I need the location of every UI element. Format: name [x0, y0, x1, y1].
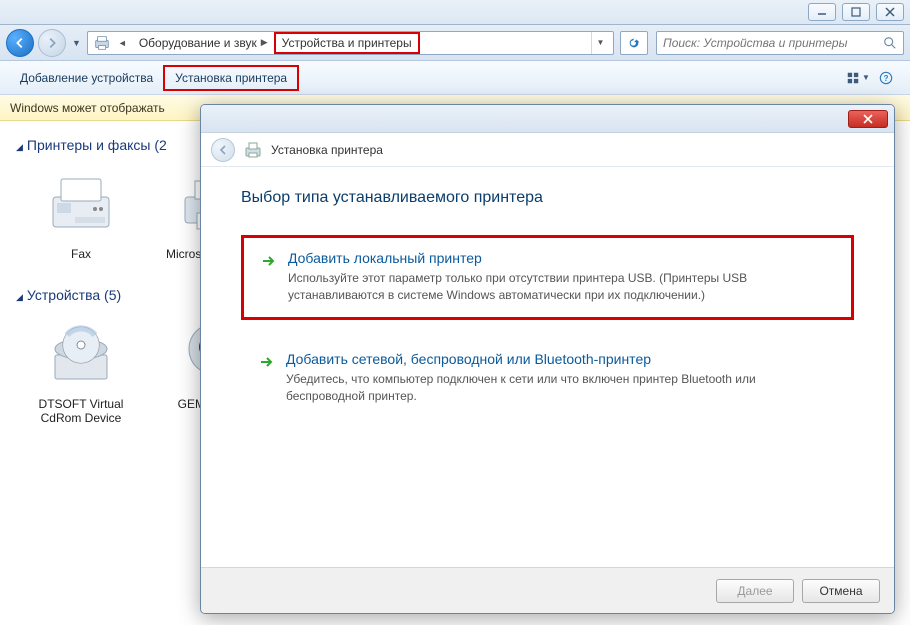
add-local-printer-title: Добавить локальный принтер	[288, 250, 835, 266]
dialog-header-title: Установка принтера	[271, 143, 383, 157]
arrow-right-icon	[258, 354, 274, 370]
add-network-printer-title: Добавить сетевой, беспроводной или Bluet…	[286, 351, 837, 367]
help-button[interactable]: ?	[872, 67, 900, 89]
breadcrumb-hardware[interactable]: Оборудование и звук▶	[133, 32, 274, 54]
fax-device-item[interactable]: Fax	[36, 169, 126, 261]
search-icon	[883, 36, 897, 50]
devices-printers-icon	[92, 33, 112, 53]
search-input[interactable]	[663, 36, 883, 50]
dialog-titlebar	[201, 105, 894, 133]
dialog-footer: Далее Отмена	[201, 567, 894, 613]
nav-history-dropdown[interactable]: ▼	[70, 38, 83, 48]
cdrom-icon	[45, 319, 117, 391]
add-device-button[interactable]: Добавление устройства	[10, 67, 163, 89]
minimize-button[interactable]	[808, 3, 836, 21]
arrow-right-icon	[260, 253, 276, 269]
dtsoft-label: DTSOFT Virtual CdRom Device	[36, 397, 126, 425]
address-bar: ▼ ◄ Оборудование и звук▶ Устройства и пр…	[0, 25, 910, 61]
view-options-button[interactable]: ▼	[844, 67, 872, 89]
add-local-printer-option[interactable]: Добавить локальный принтер Используйте э…	[241, 235, 854, 320]
add-local-printer-desc: Используйте этот параметр только при отс…	[288, 270, 835, 305]
add-network-printer-desc: Убедитесь, что компьютер подключен к сет…	[286, 371, 837, 406]
maximize-button[interactable]	[842, 3, 870, 21]
breadcrumb-hardware-label: Оборудование и звук	[139, 36, 257, 50]
window-close-button[interactable]	[876, 3, 904, 21]
dtsoft-device-item[interactable]: DTSOFT Virtual CdRom Device	[36, 319, 126, 425]
dialog-header: Установка принтера	[201, 133, 894, 167]
info-bar-text: Windows может отображать	[10, 101, 165, 115]
breadcrumb[interactable]: ◄ Оборудование и звук▶ Устройства и прин…	[87, 31, 614, 55]
search-box[interactable]	[656, 31, 904, 55]
dialog-heading: Выбор типа устанавливаемого принтера	[241, 189, 854, 207]
window-titlebar	[0, 0, 910, 25]
dialog-body: Выбор типа устанавливаемого принтера Доб…	[201, 167, 894, 567]
breadcrumb-devices-printers[interactable]: Устройства и принтеры	[274, 32, 420, 54]
dialog-back-button[interactable]	[211, 138, 235, 162]
refresh-button[interactable]	[620, 31, 648, 55]
printers-section-label: Принтеры и факсы (2	[27, 137, 167, 153]
fax-icon	[45, 169, 117, 241]
svg-text:?: ?	[884, 74, 889, 83]
cancel-button[interactable]: Отмена	[802, 579, 880, 603]
dialog-close-button[interactable]	[848, 110, 888, 128]
address-dropdown[interactable]: ▼	[591, 32, 609, 54]
add-network-printer-option[interactable]: Добавить сетевой, беспроводной или Bluet…	[241, 338, 854, 419]
nav-back-button[interactable]	[6, 29, 34, 57]
command-bar: Добавление устройства Установка принтера…	[0, 61, 910, 95]
fax-label: Fax	[36, 247, 126, 261]
next-button[interactable]: Далее	[716, 579, 794, 603]
printer-small-icon	[243, 140, 263, 160]
breadcrumb-prev-arrow[interactable]: ◄	[112, 32, 133, 54]
breadcrumb-devices-label: Устройства и принтеры	[282, 36, 412, 50]
nav-forward-button[interactable]	[38, 29, 66, 57]
add-printer-button[interactable]: Установка принтера	[163, 65, 299, 91]
devices-section-label: Устройства (5)	[27, 287, 121, 303]
add-printer-dialog: Установка принтера Выбор типа устанавлив…	[200, 104, 895, 614]
